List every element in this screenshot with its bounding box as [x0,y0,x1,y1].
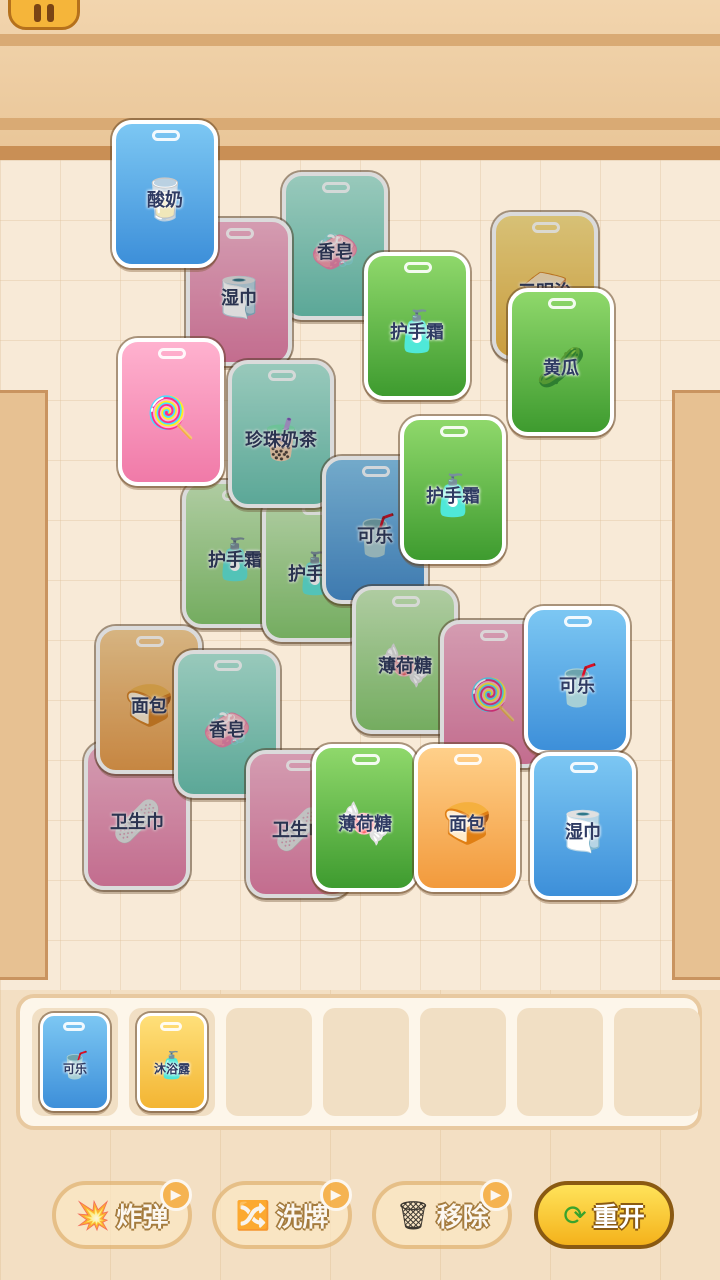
hanger-hook [322,182,350,193]
tile-label: 卫生巾 [110,812,164,833]
shuffle-button[interactable]: 🔀 洗牌 ▶ [212,1179,352,1249]
tile-label: 面包 [449,814,485,835]
top-shelf [0,0,720,160]
pause-icon [34,4,41,22]
tile-cucumber[interactable]: 🥒 黄瓜 [508,288,614,436]
hanger-hook [564,616,592,627]
hanger-hook [226,228,254,239]
lollipop-icon: 🍭 [468,676,518,723]
hanger-hook [352,754,380,765]
right-side-shelf [672,390,720,980]
tray-item-cola[interactable]: 🥤 可乐 [40,1013,110,1111]
remove-button[interactable]: 🗑 移除 ▶ [372,1179,512,1249]
tile-label: 护手霜 [426,486,480,507]
tile-cola[interactable]: 🥤 可乐 [524,606,630,754]
hanger-hook [286,760,314,771]
hanger-hook [440,426,468,437]
restart-label: 重开 [592,1202,645,1233]
tile-label: 珍珠奶茶 [245,430,317,451]
tile-label: 护手霜 [390,322,444,343]
hanger-hook [214,660,242,671]
tile-label: 薄荷糖 [378,656,432,677]
tile-label: 黄瓜 [543,358,579,379]
tile-hand-cream[interactable]: 🧴 护手霜 [364,252,470,400]
tray-slot [323,1008,409,1116]
restart-button[interactable]: ⟳ 重开 [534,1181,674,1249]
hanger-hook [152,130,180,141]
hanger-hook [570,762,598,773]
restart-icon: ⟳ [563,1198,587,1232]
lollipop-icon: 🍭 [146,394,196,441]
tile-label: 湿巾 [221,288,257,309]
tile-lollipop[interactable]: 🍭 [118,338,224,486]
hanger-hook [404,262,432,273]
tray-slot: 🧴 沐浴露 [129,1008,215,1116]
shuffle-icon: 🔀 [235,1198,271,1232]
tile-label: 薄荷糖 [338,814,392,835]
tile-label: 香皂 [209,720,245,741]
hanger-hook [480,630,508,641]
shelf-plank [0,146,720,160]
hanger-hook [158,348,186,359]
hanger-hook [454,754,482,765]
tile-label: 可乐 [62,1062,87,1076]
tile-bread[interactable]: 🍞 面包 [414,744,520,892]
left-side-shelf [0,390,48,980]
tile-label: 湿巾 [565,822,601,843]
tile-mint-candy[interactable]: 🍬 薄荷糖 [312,744,418,892]
pause-button[interactable] [8,0,80,30]
tile-label: 酸奶 [147,190,183,211]
bin-icon: 🗑 [395,1198,431,1232]
hanger-hook [362,466,390,477]
tray-slot [517,1008,603,1116]
tile-hand-cream[interactable]: 🧴 护手霜 [400,416,506,564]
bomb-icon: 💥 [75,1198,111,1232]
tile-bubble-tea[interactable]: 🧋 珍珠奶茶 [228,360,334,508]
video-ad-icon: ▶ [320,1179,352,1211]
hanger-hook [532,222,560,233]
collection-tray: 🥤 可乐 🧴 沐浴露 [16,994,702,1130]
tray-slot [420,1008,506,1116]
hanger-hook [160,1022,182,1031]
bomb-button[interactable]: 💥 炸弹 ▶ [52,1179,192,1249]
hanger-hook [548,298,576,309]
shelf-plank [0,34,720,46]
tile-yogurt[interactable]: 🥛 酸奶 [112,120,218,268]
video-ad-icon: ▶ [480,1179,512,1211]
hanger-hook [268,370,296,381]
tile-label: 可乐 [559,676,595,697]
tray-slot: 🥤 可乐 [32,1008,118,1116]
shuffle-label: 洗牌 [276,1202,329,1233]
tile-label: 沐浴露 [153,1062,190,1076]
hanger-hook [136,636,164,647]
bomb-label: 炸弹 [116,1202,169,1233]
tile-wet-wipes[interactable]: 🧻 湿巾 [530,752,636,900]
video-ad-icon: ▶ [160,1179,192,1211]
shelf-plank [0,118,720,130]
tray-slot [226,1008,312,1116]
tray-slot [614,1008,700,1116]
hanger-hook [63,1022,85,1031]
hanger-hook [392,596,420,607]
tray-item-body-wash[interactable]: 🧴 沐浴露 [137,1013,207,1111]
